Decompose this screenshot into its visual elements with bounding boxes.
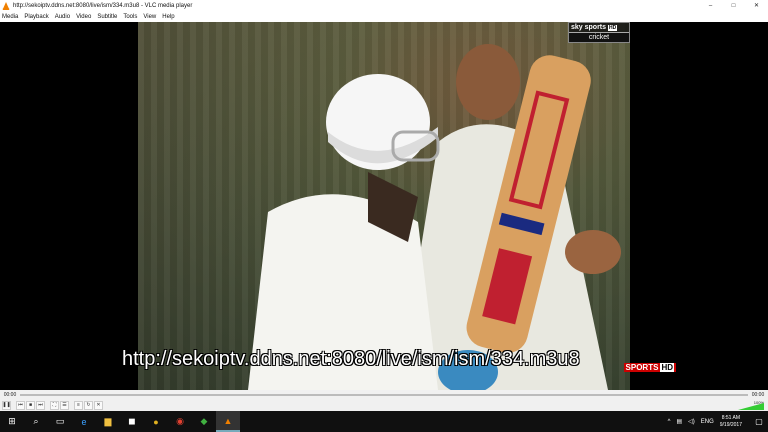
menu-playback[interactable]: Playback (24, 14, 48, 20)
menu-bar: Media Playback Audio Video Subtitle Tool… (0, 11, 768, 22)
vlc-cone-icon (2, 1, 10, 10)
volume-slider[interactable]: 100% (736, 400, 764, 410)
channel-logo-hd: HD (660, 363, 674, 372)
watermark-brand: sky sports (571, 24, 607, 31)
notification-icon[interactable]: ▢ (750, 411, 768, 432)
green-app-icon[interactable]: ◆ (192, 411, 216, 432)
window-title: http://sekoiptv.ddns.net:8080/live/ism/3… (13, 2, 193, 9)
extended-settings-button[interactable]: ☰ (60, 400, 69, 410)
title-bar: http://sekoiptv.ddns.net:8080/live/ism/3… (0, 0, 768, 11)
video-area[interactable]: sky sports HD cricket http://sekoiptv.ddn… (0, 22, 768, 390)
stop-button[interactable]: ■ (26, 400, 35, 410)
playback-controls: ❚❚ ⏮ ■ ⏭ ⛶ ☰ ≡ ↻ ✕ 100% (0, 399, 768, 411)
maximize-button[interactable]: □ (722, 0, 745, 11)
channel-logo-text: SPORTS (625, 363, 659, 372)
fullscreen-button[interactable]: ⛶ (50, 400, 59, 410)
random-button[interactable]: ✕ (94, 400, 103, 410)
loop-button[interactable]: ↻ (84, 400, 93, 410)
menu-view[interactable]: View (143, 14, 156, 20)
yellow-app-icon[interactable]: ● (144, 411, 168, 432)
speaker-icon[interactable]: ◁) (688, 418, 695, 425)
task-view-icon[interactable]: ▭ (48, 411, 72, 432)
total-time: 00:00 (751, 391, 765, 398)
minimize-button[interactable]: – (699, 0, 722, 11)
playlist-button[interactable]: ≡ (74, 400, 83, 410)
file-explorer-icon[interactable]: ▆ (96, 411, 120, 432)
pause-button[interactable]: ❚❚ (2, 400, 11, 410)
watermark-hd: HD (608, 24, 618, 31)
edge-icon[interactable]: e (72, 411, 96, 432)
sky-sports-watermark: sky sports HD cricket (568, 22, 630, 43)
system-tray: ^ ▤ ◁) ENG 8:51 AM 9/19/2017 ▢ (668, 411, 768, 432)
tray-overflow-icon[interactable]: ^ (668, 419, 671, 425)
windows-taskbar: ⊞ ⌕ ▭ e ▆ ◼ ● ◉ ◆ ▲ ^ ▤ ◁) ENG 8:51 AM 9… (0, 411, 768, 432)
subtitle-overlay: http://sekoiptv.ddns.net:8080/live/ism/i… (122, 348, 580, 370)
cricket-scene (248, 44, 621, 390)
menu-help[interactable]: Help (162, 14, 174, 20)
clock-date: 9/19/2017 (719, 421, 742, 428)
watermark-channel: cricket (569, 32, 629, 42)
menu-media[interactable]: Media (2, 14, 18, 20)
clock-time: 8:51 AM (721, 414, 741, 421)
seek-bar: 00:00 00:00 (0, 390, 768, 399)
language-indicator[interactable]: ENG (701, 419, 714, 425)
elapsed-time: 00:00 (3, 391, 17, 398)
close-button[interactable]: ✕ (745, 0, 768, 11)
vlc-taskbar-icon[interactable]: ▲ (216, 411, 240, 432)
next-button[interactable]: ⏭ (36, 400, 45, 410)
previous-button[interactable]: ⏮ (16, 400, 25, 410)
video-frame: sky sports HD cricket (138, 22, 630, 390)
menu-tools[interactable]: Tools (123, 14, 137, 20)
menu-audio[interactable]: Audio (55, 14, 70, 20)
network-icon[interactable]: ▤ (676, 418, 682, 425)
search-icon[interactable]: ⌕ (24, 411, 48, 432)
store-icon[interactable]: ◼ (120, 411, 144, 432)
start-button[interactable]: ⊞ (0, 411, 24, 432)
menu-subtitle[interactable]: Subtitle (97, 14, 117, 20)
vlc-window: http://sekoiptv.ddns.net:8080/live/ism/3… (0, 0, 768, 432)
chrome-icon[interactable]: ◉ (168, 411, 192, 432)
channel-logo: SPORTS HD (623, 363, 676, 372)
seek-slider[interactable] (20, 393, 748, 396)
menu-video[interactable]: Video (76, 14, 91, 20)
clock[interactable]: 8:51 AM 9/19/2017 (720, 415, 742, 429)
